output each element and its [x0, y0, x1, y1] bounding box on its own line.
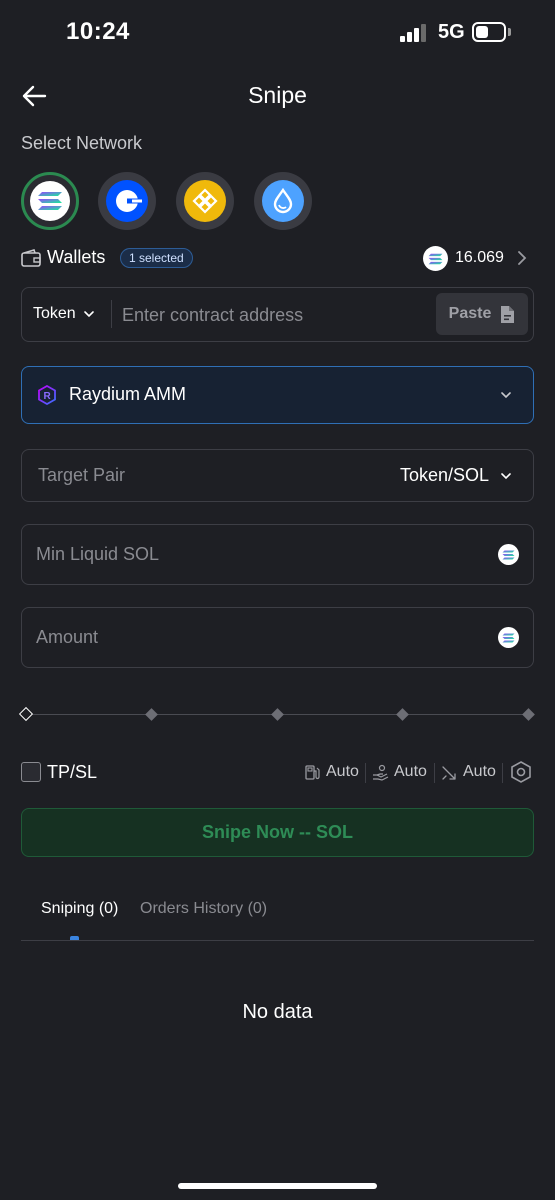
bnb-icon [184, 180, 226, 222]
sol-icon [498, 627, 519, 648]
network-solana-button[interactable] [21, 172, 79, 230]
slider-step-100[interactable] [522, 708, 535, 721]
paste-label: Paste [448, 305, 492, 322]
snipe-now-label: Snipe Now -- SOL [202, 822, 353, 842]
gas-auto-label: Auto [326, 763, 359, 780]
signal-icon [400, 24, 426, 42]
divider [365, 763, 366, 783]
raydium-icon: R [38, 385, 56, 405]
token-type-selector[interactable]: Token [33, 305, 76, 323]
tpsl-checkbox[interactable] [21, 762, 41, 782]
network-bnb-button[interactable] [176, 172, 234, 230]
sol-balance-icon [423, 246, 448, 271]
slider-step-75[interactable] [396, 708, 409, 721]
sol-icon [498, 544, 519, 565]
gas-setting[interactable]: Auto [304, 763, 359, 781]
network-sui-button[interactable] [254, 172, 312, 230]
tip-auto-label: Auto [394, 763, 427, 780]
tip-setting[interactable]: Auto [372, 763, 427, 781]
base-icon [106, 180, 148, 222]
tabs-divider [21, 940, 534, 941]
paste-button[interactable]: Paste [436, 293, 528, 335]
tip-hand-icon [373, 764, 389, 781]
dex-label: Raydium AMM [69, 384, 187, 404]
divider [502, 763, 503, 783]
slider-handle[interactable] [18, 706, 34, 722]
slider-step-50[interactable] [271, 708, 284, 721]
slippage-setting[interactable]: Auto [441, 763, 496, 781]
status-time: 10:24 [66, 18, 130, 45]
document-icon [501, 305, 515, 323]
wallet-balance: 16.069 [455, 249, 504, 266]
svg-text:R: R [44, 391, 52, 402]
home-indicator[interactable] [178, 1183, 377, 1189]
chevron-right-icon[interactable] [516, 250, 528, 266]
amount-placeholder: Amount [36, 627, 99, 647]
gas-pump-icon [305, 764, 320, 780]
chevron-down-icon[interactable] [500, 389, 512, 401]
page-title: Snipe [248, 82, 307, 108]
min-liquid-sol-placeholder: Min Liquid SOL [36, 544, 160, 564]
snipe-now-button[interactable]: Snipe Now -- SOL [21, 808, 534, 857]
wallet-icon [21, 249, 41, 267]
wallets-selected-badge[interactable]: 1 selected [120, 248, 193, 268]
divider [434, 763, 435, 783]
chevron-down-icon[interactable] [500, 470, 512, 482]
slippage-auto-label: Auto [463, 763, 496, 780]
tab-orders-history[interactable]: Orders History (0) [140, 900, 267, 918]
network-type: 5G [438, 21, 465, 43]
sui-icon [262, 180, 304, 222]
target-pair-label: Target Pair [38, 465, 126, 485]
input-divider [111, 300, 112, 328]
select-network-label: Select Network [21, 133, 143, 153]
battery-tip [508, 28, 511, 36]
empty-state-text: No data [242, 1001, 313, 1023]
slider-step-25[interactable] [145, 708, 158, 721]
tab-sniping[interactable]: Sniping (0) [41, 900, 118, 918]
contract-address-input[interactable] [122, 302, 427, 328]
network-base-button[interactable] [98, 172, 156, 230]
solana-icon [30, 181, 70, 221]
tpsl-label[interactable]: TP/SL [47, 762, 97, 783]
settings-hex-icon[interactable] [509, 760, 533, 784]
target-pair-value[interactable]: Token/SOL [400, 465, 489, 486]
battery-icon [472, 22, 506, 42]
chevron-down-icon[interactable] [83, 308, 95, 320]
slippage-icon [442, 765, 456, 780]
wallets-label[interactable]: Wallets [47, 247, 105, 268]
